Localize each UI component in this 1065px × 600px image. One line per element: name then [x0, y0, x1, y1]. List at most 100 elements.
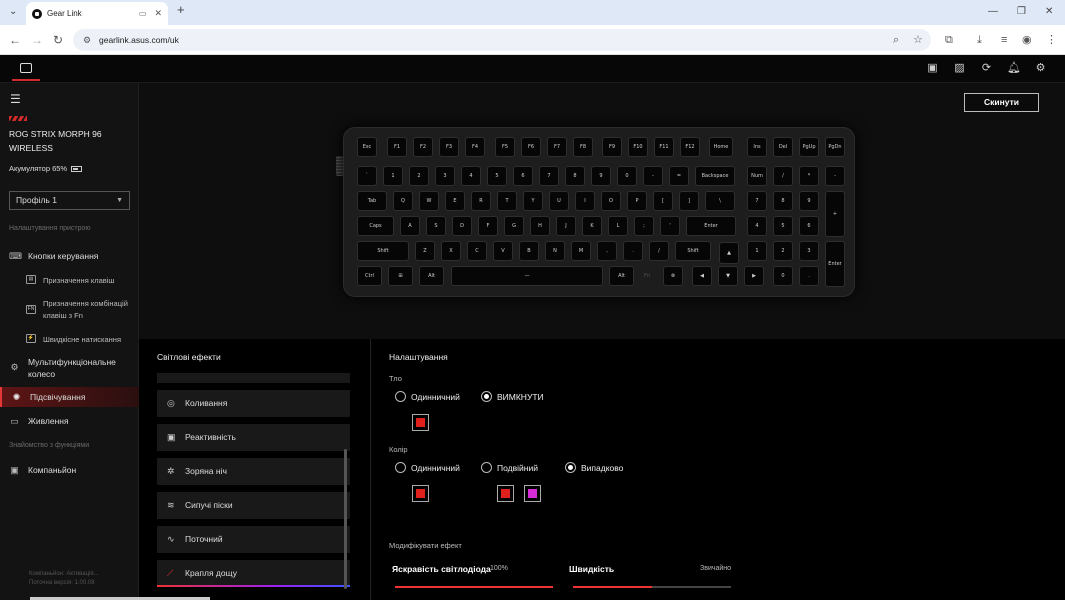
quick-press-icon: ⚡ [26, 334, 36, 343]
download-icon[interactable]: ⤓ [977, 33, 982, 47]
effect-item-current[interactable]: ∿ Поточний [157, 526, 350, 553]
minimize-icon[interactable]: — [988, 6, 998, 18]
effect-label: Зоряна ніч [185, 466, 227, 476]
key-2-7: U [549, 191, 569, 211]
close-window-icon[interactable]: ✕ [1045, 6, 1053, 18]
notifications-bell-icon[interactable]: 🔔︎ [1007, 62, 1021, 75]
sidebar-item-label: Кнопки керування [28, 251, 99, 261]
key-3-1: A [400, 216, 420, 236]
key-4-7: M [571, 241, 591, 261]
effect-label: Крапля дощу [185, 568, 237, 578]
key-5-1: ⊞ [388, 266, 413, 286]
sync-icon[interactable]: ⟳ [980, 62, 993, 75]
color-double-radio[interactable] [481, 462, 492, 473]
keyboard-icon: ⌨ [9, 250, 22, 261]
reload-icon[interactable]: ↻ [53, 33, 63, 47]
key-4-2: X [441, 241, 461, 261]
effect-partial[interactable] [157, 373, 350, 383]
bg-single-label: Одинничний [411, 392, 460, 402]
key-0-13: Home [709, 137, 733, 157]
menu-hamburger-icon[interactable]: ☰ [10, 92, 21, 106]
zoom-search-icon[interactable]: ⌕ [893, 33, 899, 47]
color-double-swatch-2[interactable] [524, 485, 541, 502]
color-double-swatch-1[interactable] [497, 485, 514, 502]
effects-scrollbar[interactable] [344, 449, 347, 589]
effect-item-starry-night[interactable]: ✲ Зоряна ніч [157, 458, 350, 485]
key-4-8: , [597, 241, 617, 261]
fn-key-icon: FN [26, 305, 36, 314]
new-tab-icon[interactable]: + [177, 3, 185, 16]
sidebar-item-power[interactable]: ▭ Живлення [0, 415, 139, 427]
color-single-swatch[interactable] [412, 485, 429, 502]
effect-item-ripple[interactable]: ◎ Коливання [157, 390, 350, 417]
back-icon[interactable]: ← [9, 33, 21, 47]
device-tab[interactable] [12, 57, 40, 81]
sidebar-item-label: Компаньйон [28, 465, 77, 475]
extensions-icon[interactable]: ⧉ [945, 33, 953, 47]
address-bar[interactable]: ⚙ gearlink.asus.com/uk [73, 29, 931, 51]
keyboard-preview: Esc F1 F2 F3 F4 F5 F6 F7 F8 F9 F10 F11 F12 Home Ins Del… [343, 127, 855, 297]
sidebar-item-label: Живлення [28, 416, 69, 426]
bookmark-star-icon[interactable]: ☆ [913, 33, 923, 47]
effect-item-reactive[interactable]: ▣ Реактивність [157, 424, 350, 451]
tab-list-icon[interactable]: ⌄ [9, 6, 17, 18]
section-features: Знайомство з функціями [9, 442, 90, 449]
key-1-5: 5 [487, 166, 507, 186]
color-random-radio[interactable] [565, 462, 576, 473]
sidebar-item-wheel[interactable]: ⚙ Мультифункціональне колесо [0, 356, 135, 380]
brightness-slider[interactable] [395, 586, 553, 588]
key-0-5: F5 [495, 137, 515, 157]
sidebar-item-companion[interactable]: ▣ Компаньйон [0, 464, 139, 476]
keyboard-device-icon [20, 63, 32, 73]
color-single-radio[interactable] [395, 462, 406, 473]
tab-media-icon[interactable]: ▭ [139, 9, 147, 18]
sidebar-item-quick-press[interactable]: ⚡ Швидкісне натискання [0, 334, 139, 346]
forward-icon[interactable]: → [31, 33, 43, 47]
key-2-1: Q [393, 191, 413, 211]
restore-icon[interactable]: ❐ [1017, 6, 1026, 18]
bg-off-radio[interactable] [481, 391, 492, 402]
starry-night-icon: ✲ [167, 466, 175, 476]
key-4-11: Shift [675, 241, 711, 261]
key-2-4: R [471, 191, 491, 211]
app-header: ▣ ▨ ⟳ 🔔︎ ⚙ [0, 55, 1065, 83]
image-edit-icon[interactable]: ▨ [953, 62, 966, 75]
tab-close-icon[interactable]: ✕ [154, 8, 162, 19]
fn-icon[interactable]: ▣ [926, 62, 939, 75]
key-2-6: Y [523, 191, 543, 211]
modify-effect-label: Модифікувати ефект [389, 541, 462, 550]
key-1-4: 4 [461, 166, 481, 186]
key-2-9: O [601, 191, 621, 211]
key-3-14: 5 [773, 216, 793, 236]
site-info-icon[interactable]: ⚙ [83, 29, 91, 51]
sidebar-item-fn-combo[interactable]: FN Призначення комбінацій клавіш з Fn [0, 298, 135, 322]
key-1-17: - [825, 166, 845, 186]
wheel-icon: ⚙ [10, 362, 19, 372]
effect-item-quicksand[interactable]: ≋ Сипучі піски [157, 492, 350, 519]
key-0-16: PgUp [799, 137, 819, 157]
key-0-6: F6 [521, 137, 541, 157]
speed-slider[interactable] [573, 586, 731, 588]
media-controls-icon[interactable]: ≡ [1001, 33, 1007, 47]
sidebar-item-key-assign[interactable]: ▤ Призначення клавіш [0, 275, 139, 287]
settings-gear-icon[interactable]: ⚙ [1034, 62, 1047, 75]
settings-title: Налаштування [389, 352, 448, 362]
key-2-16: 9 [799, 191, 819, 211]
profile-select[interactable]: Профіль 1 ▼ [9, 191, 130, 210]
effect-item-raindrop[interactable]: ⟋ Крапля дощу [157, 560, 350, 587]
menu-kebab-icon[interactable]: ⋮ [1046, 33, 1057, 47]
key-0-2: F2 [413, 137, 433, 157]
bg-color-swatch[interactable] [412, 414, 429, 431]
key-4-1: Z [415, 241, 435, 261]
key-4-14: 2 [773, 241, 793, 261]
sidebar-item-lighting[interactable]: ✺ Підсвічування [0, 387, 139, 407]
key-4-4: V [493, 241, 513, 261]
color-random-label: Випадково [581, 463, 624, 473]
key-0-17: PgDn [825, 137, 845, 157]
bg-single-radio[interactable] [395, 391, 406, 402]
profile-icon[interactable]: ◉ [1022, 33, 1032, 47]
sidebar-item-buttons[interactable]: ⌨ Кнопки керування [0, 250, 139, 262]
key-1-16: * [799, 166, 819, 186]
reset-button[interactable]: Скинути [964, 93, 1039, 112]
browser-tab[interactable]: Gear Link ▭ ✕ [26, 2, 168, 25]
